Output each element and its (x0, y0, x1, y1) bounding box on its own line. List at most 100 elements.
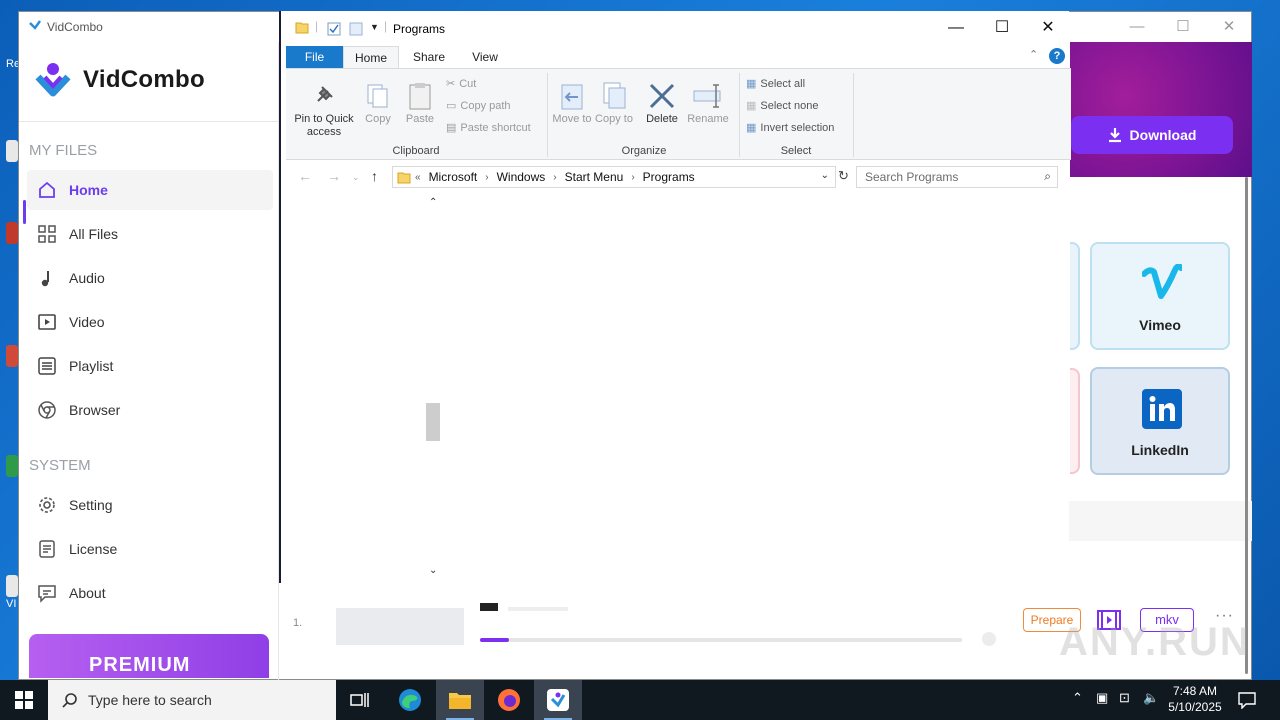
system-clock[interactable]: 7:48 AM 5/10/2025 (1166, 683, 1224, 715)
taskbar-edge[interactable] (386, 680, 434, 720)
minimize-button[interactable]: — (1114, 15, 1160, 39)
site-card-linkedin[interactable]: LinkedIn (1090, 367, 1230, 475)
cut-button[interactable]: ✂ Cut (446, 77, 476, 91)
up-button[interactable]: ↑ (371, 168, 378, 184)
pause-button[interactable] (982, 632, 996, 646)
task-view-icon (350, 693, 369, 707)
copy-button[interactable]: Copy (360, 79, 396, 126)
sidebar-item-license[interactable]: License (27, 529, 273, 569)
customize-toolbar-icon[interactable]: ▼ (370, 22, 379, 32)
group-label-select: Select (780, 145, 812, 157)
sidebar-item-label: Audio (69, 270, 105, 286)
site-card-partial[interactable] (1070, 368, 1080, 474)
taskbar-file-explorer[interactable] (436, 680, 484, 720)
sidebar-item-setting[interactable]: Setting (27, 485, 273, 525)
collapse-ribbon-icon[interactable]: ⌃ (1029, 48, 1038, 61)
breadcrumb-item[interactable]: Start Menu (565, 170, 624, 184)
maximize-button[interactable]: ☐ (979, 15, 1025, 41)
select-all-button[interactable]: ▦ Select all (746, 77, 805, 91)
close-button[interactable]: ✕ (1206, 15, 1252, 39)
desktop-shortcut-icon[interactable] (6, 345, 18, 367)
address-dropdown-icon[interactable]: ⌄ (821, 170, 829, 181)
move-to-button[interactable]: Move to (552, 79, 592, 126)
delete-button[interactable]: Delete (642, 79, 682, 126)
notification-icon[interactable] (1238, 691, 1256, 709)
address-bar[interactable]: « Microsoft › Windows › Start Menu › Pro… (392, 166, 836, 188)
recent-locations-icon[interactable]: ⌄ (352, 172, 360, 183)
tab-view[interactable]: View (463, 46, 507, 68)
maximize-button[interactable]: ☐ (1160, 15, 1206, 39)
pin-quick-access-button[interactable]: Pin to Quick access (288, 79, 360, 139)
rename-button[interactable]: Rename (686, 79, 730, 126)
group-separator (853, 73, 854, 157)
taskbar-vidcombo[interactable] (534, 680, 582, 720)
scroll-down-icon[interactable]: ⌄ (429, 565, 437, 576)
copy-to-button[interactable]: Copy to (594, 79, 634, 126)
taskbar-firefox[interactable] (485, 680, 533, 720)
title-separator: | (384, 19, 388, 33)
sidebar-item-label: Video (69, 314, 105, 330)
paste-button[interactable]: Paste (402, 79, 438, 126)
sidebar-item-browser[interactable]: Browser (27, 390, 273, 430)
search-input[interactable]: Search Programs ⌕ (856, 166, 1058, 188)
music-note-icon (37, 268, 57, 288)
show-hidden-icons[interactable]: ⌃ (1072, 690, 1083, 706)
tab-file[interactable]: File (286, 46, 343, 68)
button-label: Copy to (595, 113, 633, 125)
sidebar-item-about[interactable]: About (27, 573, 273, 613)
sidebar-item-audio[interactable]: Audio (27, 258, 273, 298)
breadcrumb-item[interactable]: Programs (643, 170, 695, 184)
taskbar-search-input[interactable]: Type here to search (48, 680, 336, 720)
breadcrumb-item[interactable]: Windows (497, 170, 546, 184)
network-icon[interactable]: ⊡ (1119, 690, 1130, 706)
sidebar-item-home[interactable]: Home (27, 170, 273, 210)
download-button[interactable]: Download (1071, 116, 1233, 154)
sidebar-item-label: Home (69, 182, 108, 198)
tab-home[interactable]: Home (343, 46, 399, 68)
button-label: Paste shortcut (460, 121, 531, 134)
vimeo-icon (1142, 264, 1182, 299)
breadcrumb-item[interactable]: Microsoft (429, 170, 478, 184)
window-title: Programs (393, 22, 446, 36)
copy-path-button[interactable]: ▭ Copy path (446, 99, 511, 113)
new-folder-icon[interactable] (349, 22, 363, 36)
desktop-label: VI (6, 598, 17, 610)
vidcombo-logo-icon (29, 20, 41, 30)
premium-banner[interactable]: PREMIUM (29, 634, 269, 678)
minimize-button[interactable]: — (933, 15, 979, 41)
paste-shortcut-button[interactable]: ▤ Paste shortcut (446, 121, 531, 135)
start-button[interactable] (0, 680, 48, 720)
move-to-icon (561, 84, 583, 110)
properties-icon[interactable] (327, 22, 341, 36)
download-icon (1108, 128, 1121, 143)
copy-icon (367, 84, 388, 108)
desktop-shortcut-icon[interactable] (6, 455, 18, 477)
select-none-button[interactable]: ▦ Select none (746, 99, 819, 113)
tab-share[interactable]: Share (405, 46, 453, 68)
scrollbar-thumb[interactable] (426, 403, 440, 441)
grid-icon (37, 224, 57, 244)
sidebar-item-label: License (69, 541, 118, 557)
desktop-shortcut-icon[interactable] (6, 575, 18, 597)
breadcrumb-overflow[interactable]: « (415, 172, 421, 183)
back-button[interactable]: ← (298, 168, 312, 184)
scroll-up-icon[interactable]: ⌃ (429, 197, 437, 208)
desktop-shortcut-icon[interactable] (6, 140, 18, 162)
explorer-titlebar[interactable]: | ▼ | Programs — ☐ ✕ (281, 11, 1069, 44)
site-card-partial[interactable] (1070, 242, 1080, 350)
help-icon[interactable]: ? (1049, 48, 1065, 64)
sidebar-item-all-files[interactable]: All Files (27, 214, 273, 254)
refresh-icon[interactable]: ↻ (838, 168, 854, 188)
site-card-vimeo[interactable]: Vimeo (1090, 242, 1230, 350)
close-button[interactable]: ✕ (1025, 15, 1071, 41)
task-view-button[interactable] (336, 680, 384, 720)
navigation-pane-scrollbar[interactable]: ⌃ ⌄ (426, 197, 440, 582)
invert-selection-button[interactable]: ▦ Invert selection (746, 121, 834, 135)
sidebar-item-playlist[interactable]: Playlist (27, 346, 273, 386)
device-icon[interactable]: ▣ (1096, 690, 1108, 706)
volume-icon[interactable]: 🔈 (1143, 690, 1159, 706)
window-title: VidCombo (47, 20, 103, 34)
forward-button[interactable]: → (327, 168, 341, 184)
sidebar-item-video[interactable]: Video (27, 302, 273, 342)
desktop-shortcut-icon[interactable] (6, 222, 18, 244)
